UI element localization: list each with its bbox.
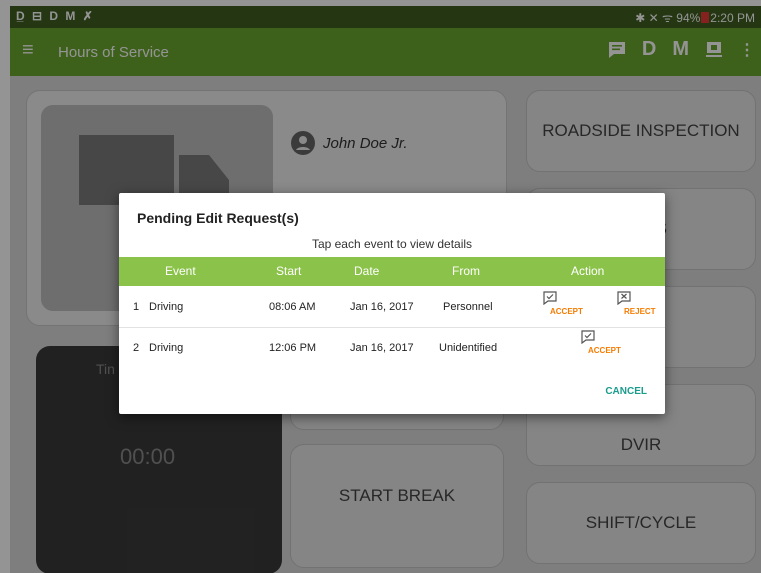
row-start: 12:06 PM [269, 342, 317, 354]
row-date: Jan 16, 2017 [350, 342, 414, 354]
dialog-subtitle: Tap each event to view details [311, 237, 473, 251]
dialog-title: Pending Edit Request(s) [137, 210, 299, 226]
pending-edit-dialog: Pending Edit Request(s) Tap each event t… [119, 193, 665, 414]
row-number: 2 [133, 342, 140, 354]
cancel-button[interactable]: CANCEL [605, 386, 647, 397]
row-event: Driving [149, 301, 184, 313]
accept-icon [581, 330, 595, 344]
row-from: Unidentified [439, 342, 498, 354]
table-row[interactable]: 1 Driving 08:06 AM Jan 16, 2017 Personne… [119, 287, 665, 327]
column-header-date: Date [354, 264, 380, 278]
accept-button[interactable]: ACCEPT [566, 330, 621, 355]
accept-icon [543, 291, 557, 305]
column-header-action: Action [571, 264, 605, 278]
row-date: Jan 16, 2017 [350, 301, 414, 313]
column-header-start: Start [276, 264, 302, 278]
column-header-from: From [452, 264, 480, 278]
column-header-event: Event [165, 264, 196, 278]
reject-label: REJECT [624, 307, 656, 316]
accept-label: ACCEPT [550, 307, 583, 316]
reject-icon [617, 291, 631, 305]
row-event: Driving [149, 342, 184, 354]
table-row[interactable]: 2 Driving 12:06 PM Jan 16, 2017 Unidenti… [119, 328, 665, 368]
row-from: Personnel [443, 301, 493, 313]
row-number: 1 [133, 301, 140, 313]
table-header: Event Start Date From Action [119, 257, 665, 286]
accept-button[interactable]: ACCEPT [528, 291, 583, 316]
reject-button[interactable]: REJECT [602, 291, 656, 316]
row-start: 08:06 AM [269, 301, 316, 313]
accept-label: ACCEPT [588, 346, 621, 355]
